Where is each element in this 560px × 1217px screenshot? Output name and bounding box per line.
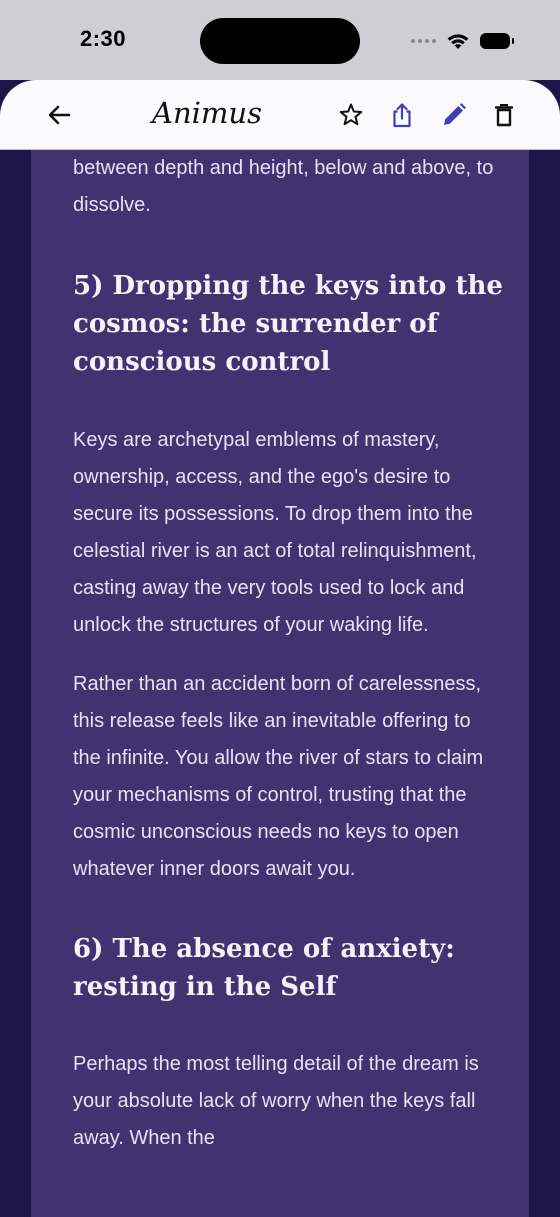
status-bar: 2:30 <box>0 0 560 80</box>
app-bar: Animus <box>0 80 560 150</box>
status-icons <box>411 28 514 54</box>
page-title: Animus <box>152 96 262 130</box>
article-paragraph: Keys are archetypal emblems of mastery, … <box>73 429 477 636</box>
article-panel[interactable]: between depth and height, below and abov… <box>31 150 529 1217</box>
share-icon[interactable] <box>388 101 416 129</box>
article-paragraph: between depth and height, below and abov… <box>73 157 494 216</box>
article-body: between depth and height, below and abov… <box>73 150 503 1157</box>
article-paragraph: Perhaps the most telling detail of the d… <box>73 1053 479 1149</box>
section-heading: 5) Dropping the keys into the cosmos: th… <box>73 271 503 377</box>
back-arrow-icon[interactable] <box>44 100 74 130</box>
star-icon[interactable] <box>337 101 365 129</box>
article-paragraph: Rather than an accident born of careless… <box>73 673 484 880</box>
wifi-icon <box>447 34 469 49</box>
status-time: 2:30 <box>80 26 127 51</box>
trash-icon[interactable] <box>490 101 518 129</box>
battery-icon <box>480 33 514 49</box>
signal-dots-icon <box>411 39 436 43</box>
section-heading: 6) The absence of anxiety: resting in th… <box>73 934 455 1002</box>
dynamic-island <box>200 18 360 64</box>
pencil-icon[interactable] <box>440 101 468 129</box>
